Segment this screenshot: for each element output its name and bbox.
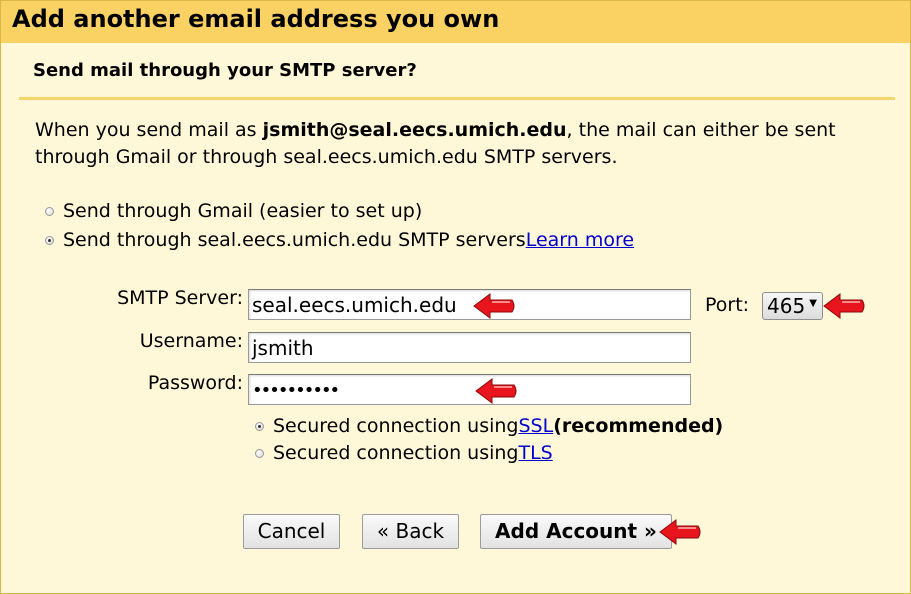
radio-send-through-gmail[interactable] xyxy=(45,206,54,216)
radio-tls[interactable] xyxy=(255,448,264,458)
dropdown-caret-icon: ▼ xyxy=(809,298,817,309)
option-label: Send through seal.eecs.umich.edu SMTP se… xyxy=(63,229,526,251)
section-heading: Send mail through your SMTP server? xyxy=(33,60,417,81)
password-input[interactable]: •••••••••• xyxy=(248,374,691,405)
add-account-button[interactable]: Add Account » xyxy=(480,514,672,549)
description-suffix: , the mail can either be sent xyxy=(566,119,836,141)
description-prefix: When you send mail as xyxy=(35,119,263,141)
option-label: Send through Gmail (easier to set up) xyxy=(63,200,423,222)
tls-link[interactable]: TLS xyxy=(518,442,552,464)
red-arrow-icon xyxy=(473,293,515,319)
dialog-title: Add another email address you own xyxy=(12,5,500,33)
red-arrow-icon xyxy=(659,519,701,545)
option-send-through-gmail[interactable]: Send through Gmail (easier to set up) xyxy=(45,200,422,222)
recommended-note: (recommended) xyxy=(553,415,724,437)
password-label: Password: xyxy=(147,372,243,394)
dialog-title-bar: Add another email address you own xyxy=(0,0,911,43)
red-arrow-icon xyxy=(823,293,865,319)
option-tls[interactable]: Secured connection using TLS xyxy=(255,442,553,464)
heading-divider xyxy=(19,97,895,100)
smtp-server-label: SMTP Server: xyxy=(117,287,243,309)
option-send-through-smtp[interactable]: Send through seal.eecs.umich.edu SMTP se… xyxy=(45,229,634,251)
port-select[interactable]: 465 ▼ xyxy=(762,292,823,320)
username-input[interactable]: jsmith xyxy=(248,332,691,363)
smtp-server-input[interactable]: seal.eecs.umich.edu xyxy=(248,289,691,320)
option-ssl[interactable]: Secured connection using SSL (recommende… xyxy=(255,415,723,437)
cancel-button[interactable]: Cancel xyxy=(243,514,340,549)
sender-email: jsmith@seal.eecs.umich.edu xyxy=(262,119,567,141)
port-label: Port: xyxy=(705,294,750,316)
option-prefix: Secured connection using xyxy=(273,415,519,437)
description: When you send mail as jsmith@seal.eecs.u… xyxy=(35,117,836,171)
back-button[interactable]: « Back xyxy=(362,514,459,549)
port-selected-value: 465 xyxy=(767,294,806,318)
radio-ssl[interactable] xyxy=(255,421,264,431)
description-line2: through Gmail or through seal.eecs.umich… xyxy=(35,146,618,168)
learn-more-link[interactable]: Learn more xyxy=(526,229,634,251)
red-arrow-icon xyxy=(475,378,517,404)
username-label: Username: xyxy=(139,330,243,352)
ssl-link[interactable]: SSL xyxy=(518,415,553,437)
radio-send-through-smtp[interactable] xyxy=(45,235,54,245)
option-prefix: Secured connection using xyxy=(273,442,519,464)
